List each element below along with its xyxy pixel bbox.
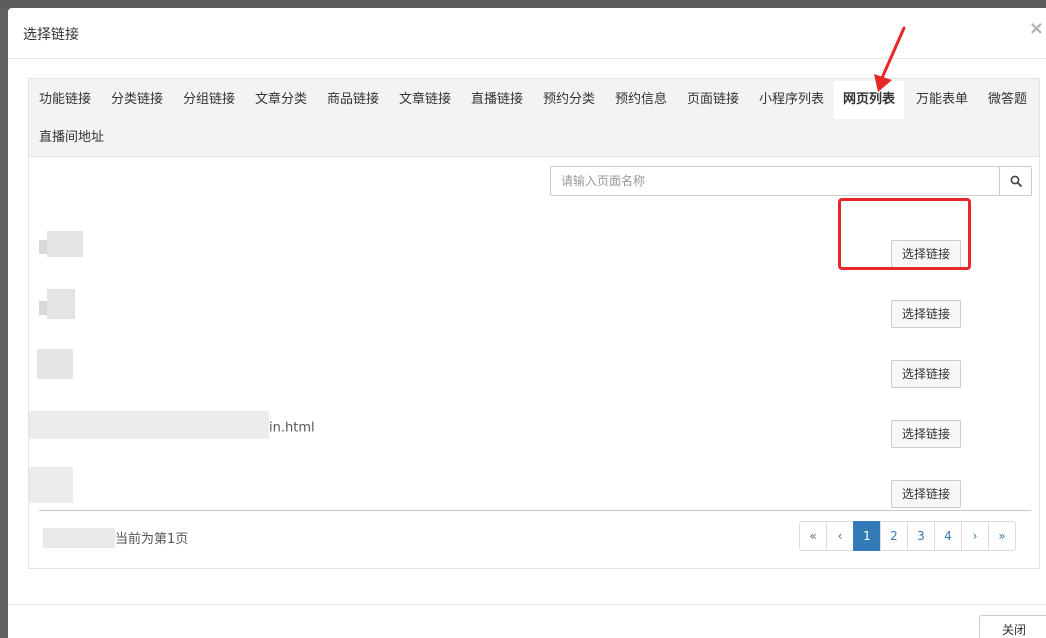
tab-booking-info[interactable]: 预约信息 xyxy=(605,81,677,119)
tab-quiz[interactable]: 微答题 xyxy=(978,81,1037,119)
modal-backdrop xyxy=(0,0,1046,8)
row-title-redacted xyxy=(29,467,73,503)
row-title-redacted xyxy=(37,349,73,379)
close-icon[interactable]: × xyxy=(1029,20,1044,38)
tab-product-links[interactable]: 商品链接 xyxy=(317,81,389,119)
search-button[interactable] xyxy=(999,167,1031,195)
row-title-redacted xyxy=(39,289,75,319)
tab-mini-program-list[interactable]: 小程序列表 xyxy=(749,81,834,119)
annotation-highlight-box xyxy=(838,198,971,270)
tab-category-links[interactable]: 分类链接 xyxy=(101,81,173,119)
list-item: 选择链接 xyxy=(29,275,1041,335)
last-page-button[interactable]: » xyxy=(988,521,1016,551)
page-info-text: 当前为第1页 xyxy=(115,532,189,547)
row-title-redacted: in.html xyxy=(29,411,315,439)
tab-page-links[interactable]: 页面链接 xyxy=(677,81,749,119)
close-dialog-button[interactable]: 关闭 xyxy=(979,615,1046,638)
row-title-suffix: in.html xyxy=(269,420,315,436)
row-title-redacted xyxy=(39,231,83,257)
page-1-button[interactable]: 1 xyxy=(853,521,881,551)
select-link-dialog: 选择链接 × 功能链接 分类链接 分组链接 文章分类 商品链接 文章链接 直播链… xyxy=(8,8,1046,638)
pagination: « ‹ 1 2 3 4 › » xyxy=(799,521,1016,551)
dialog-title: 选择链接 xyxy=(23,27,79,43)
select-link-button[interactable]: 选择链接 xyxy=(891,360,961,388)
search-icon xyxy=(1010,175,1022,187)
page-3-button[interactable]: 3 xyxy=(907,521,935,551)
page-2-button[interactable]: 2 xyxy=(880,521,908,551)
list-item: 选择链接 xyxy=(29,335,1041,395)
select-link-button[interactable]: 选择链接 xyxy=(891,300,961,328)
select-link-button[interactable]: 选择链接 xyxy=(891,480,961,508)
tab-booking-categories[interactable]: 预约分类 xyxy=(533,81,605,119)
page-info: 当前为第1页 xyxy=(43,527,189,548)
tab-article-categories[interactable]: 文章分类 xyxy=(245,81,317,119)
annotation-arrow-icon xyxy=(874,26,906,92)
tab-function-links[interactable]: 功能链接 xyxy=(29,81,101,119)
search-box xyxy=(550,166,1032,196)
tab-live-room-address[interactable]: 直播间地址 xyxy=(29,119,114,157)
link-panel: 功能链接 分类链接 分组链接 文章分类 商品链接 文章链接 直播链接 预约分类 … xyxy=(28,78,1040,569)
tab-article-links[interactable]: 文章链接 xyxy=(389,81,461,119)
dialog-footer-divider xyxy=(8,604,1046,605)
list-item: 选择链接 xyxy=(29,455,1041,515)
tab-universal-form[interactable]: 万能表单 xyxy=(906,81,978,119)
search-input[interactable] xyxy=(551,167,1000,195)
tab-group-links[interactable]: 分组链接 xyxy=(173,81,245,119)
list-divider xyxy=(39,510,1031,511)
next-page-button[interactable]: › xyxy=(961,521,989,551)
list-item: in.html 选择链接 xyxy=(29,395,1041,455)
tab-live-links[interactable]: 直播链接 xyxy=(461,81,533,119)
page-4-button[interactable]: 4 xyxy=(934,521,962,551)
first-page-button[interactable]: « xyxy=(799,521,827,551)
select-link-button[interactable]: 选择链接 xyxy=(891,420,961,448)
prev-page-button[interactable]: ‹ xyxy=(826,521,854,551)
